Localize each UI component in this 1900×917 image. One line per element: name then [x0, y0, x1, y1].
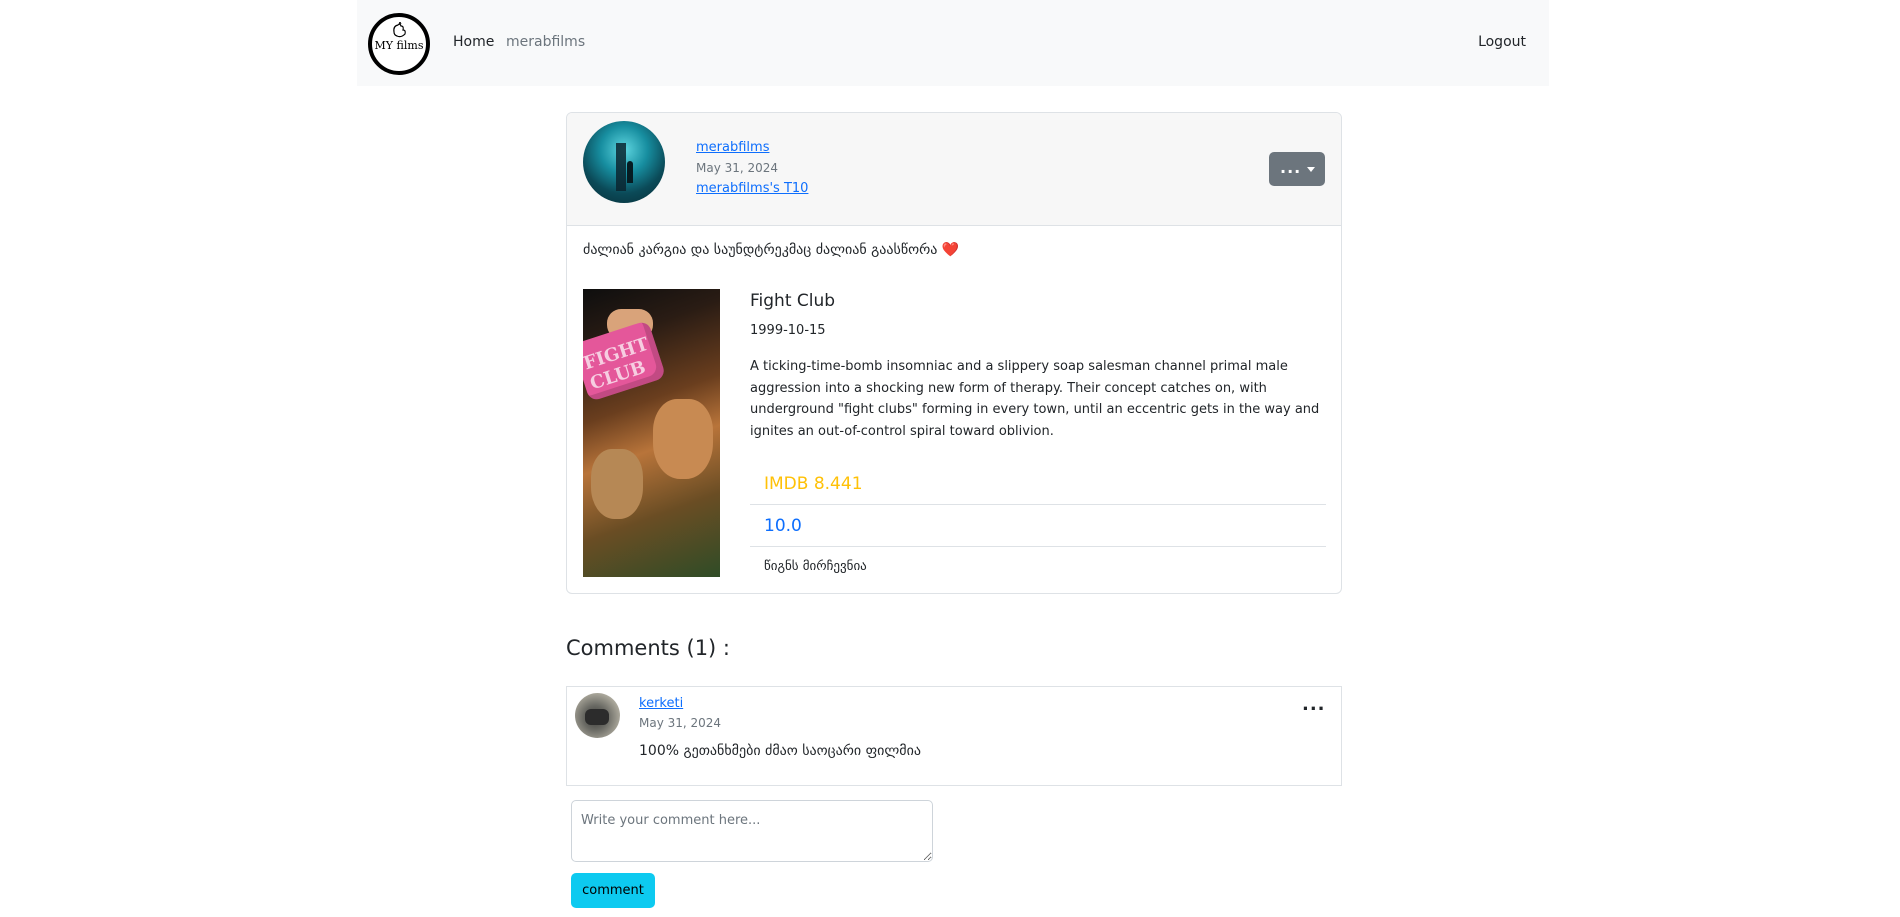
comment-date: May 31, 2024 [639, 716, 722, 730]
comment-input[interactable] [571, 800, 933, 862]
movie-poster[interactable]: FIGHT CLUB [583, 289, 720, 577]
post-card: merabfilms May 31, 2024 merabfilms's T10… [566, 112, 1342, 594]
avatar-figure-shape [627, 161, 633, 183]
comment-author-link[interactable]: kerketi [639, 696, 683, 711]
post-header: merabfilms May 31, 2024 merabfilms's T10… [567, 113, 1341, 226]
caret-down-icon [1307, 167, 1315, 172]
site-logo[interactable]: MY films [368, 13, 430, 75]
poster-soap-shape: FIGHT CLUB [583, 320, 667, 402]
comment-text: 100% გეთანხმები ძმაო საოცარი ფილმია [639, 743, 921, 759]
post-options-button[interactable]: ... [1269, 152, 1325, 186]
post-text-body: ძალიან კარგია და საუნდტრეკმაც ძალიან გაა… [583, 242, 938, 258]
movie-release-date: 1999-10-15 [750, 323, 826, 338]
more-icon: ... [1280, 158, 1302, 177]
avatar-tower-shape [616, 143, 626, 191]
poster-face-shape [653, 399, 713, 479]
avatar-bike-shape [585, 709, 609, 725]
comments-title: Comments (1) : [566, 636, 731, 660]
navbar: MY films Home merabfilms Logout [357, 0, 1549, 86]
nav-home-link[interactable]: Home [453, 34, 494, 50]
logout-link[interactable]: Logout [1478, 34, 1526, 50]
post-author-link[interactable]: merabfilms [696, 140, 769, 155]
rooster-icon [393, 22, 406, 38]
comment-options-icon[interactable]: ... [1302, 694, 1326, 715]
commenter-avatar[interactable] [575, 693, 620, 738]
movie-overview: A ticking-time-bomb insomniac and a slip… [750, 359, 1320, 439]
post-list-link[interactable]: merabfilms's T10 [696, 181, 808, 196]
nav-user-link[interactable]: merabfilms [506, 34, 585, 50]
imdb-rating: IMDB 8.441 [750, 463, 1326, 505]
poster-face-shape [591, 449, 643, 519]
user-rating: 10.0 [750, 505, 1326, 547]
post-date: May 31, 2024 [696, 161, 779, 175]
comment-item: kerketi May 31, 2024 100% გეთანხმები ძმა… [566, 686, 1342, 786]
poster-soap-lettering: FIGHT CLUB [583, 333, 652, 395]
movie-title: Fight Club [750, 291, 836, 311]
post-text: ძალიან კარგია და საუნდტრეკმაც ძალიან გაა… [583, 242, 959, 258]
logo-text: MY films [374, 39, 424, 52]
heart-icon: ❤️ [941, 242, 960, 258]
rating-tag: წიგნს მირჩევნია [764, 559, 867, 574]
comment-submit-button[interactable]: comment [571, 873, 655, 908]
author-avatar[interactable] [583, 121, 665, 203]
